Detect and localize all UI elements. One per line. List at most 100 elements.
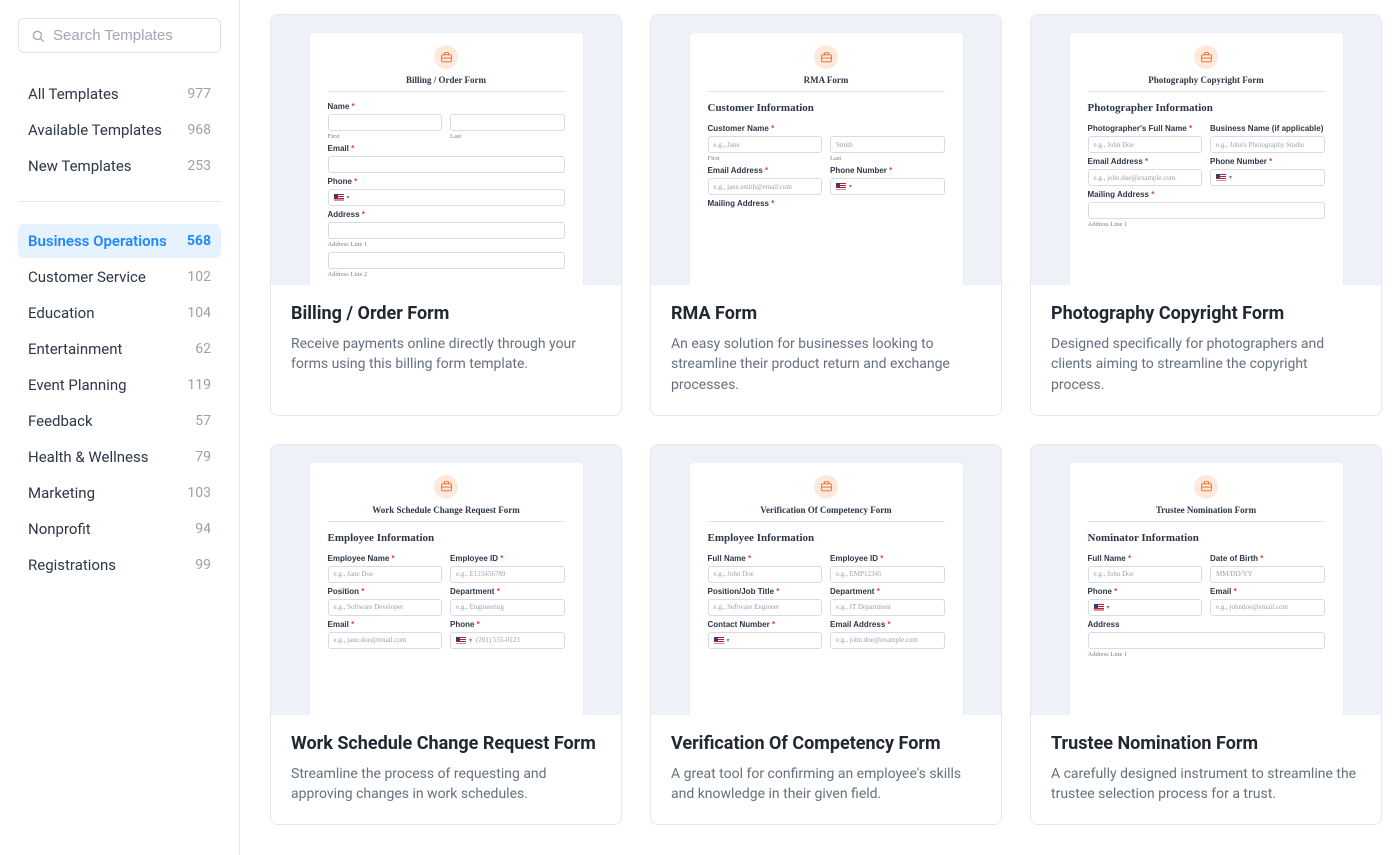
nav-item[interactable]: Education104 — [18, 296, 221, 330]
card-body: Photography Copyright Form Designed speci… — [1031, 285, 1381, 415]
card-preview: Work Schedule Change Request FormEmploye… — [271, 445, 621, 715]
form-preview: Work Schedule Change Request FormEmploye… — [310, 463, 583, 715]
template-card[interactable]: Photography Copyright FormPhotographer I… — [1030, 14, 1382, 416]
form-field-label: Phone * — [1088, 587, 1203, 596]
nav-item-label: All Templates — [28, 85, 119, 103]
form-field-input — [328, 156, 565, 173]
nav-item-label: Feedback — [28, 412, 93, 430]
nav-item[interactable]: Marketing103 — [18, 476, 221, 510]
card-preview: RMA FormCustomer InformationCustomer Nam… — [651, 15, 1001, 285]
form-field-sublabel: Address Line 1 — [1088, 651, 1325, 658]
form-field-label: Name * — [328, 102, 565, 111]
form-field-label: Email * — [1210, 587, 1325, 596]
form-field-label: Customer Name * — [708, 124, 945, 133]
template-card[interactable]: RMA Form Customer Information Customer Nam… — [650, 14, 1002, 416]
form-field-sublabel: Last — [830, 155, 945, 162]
form-field-input: e.g., Software Developer — [328, 599, 443, 616]
card-description: A carefully designed instrument to strea… — [1051, 764, 1361, 805]
form-field-input: e.g., John Doe — [1088, 566, 1203, 583]
form-field-label: Employee Name * — [328, 554, 443, 563]
nav-item-label: Registrations — [28, 556, 116, 574]
nav-item[interactable]: Entertainment62 — [18, 332, 221, 366]
form-field-input — [328, 114, 443, 131]
nav-item-label: Entertainment — [28, 340, 122, 358]
form-field-input: e.g., John's Photography Studio — [1210, 136, 1325, 153]
nav-item-count: 99 — [195, 557, 211, 573]
form-field-input: e.g., Jane Doe — [328, 566, 443, 583]
form-field-input: e.g., johndoe@email.com — [1210, 599, 1325, 616]
form-field-input: Smith — [830, 136, 945, 153]
template-card[interactable]: Trustee Nomination FormNominator Informa… — [1030, 444, 1382, 826]
search-icon — [31, 28, 45, 44]
form-preview-section: Employee Information — [708, 532, 945, 544]
search-input[interactable] — [53, 27, 208, 44]
card-preview: Photography Copyright FormPhotographer I… — [1031, 15, 1381, 285]
card-title: RMA Form — [671, 303, 981, 324]
form-preview-section: Employee Information — [328, 532, 565, 544]
form-field-sublabel: Address Line 2 — [328, 271, 565, 278]
card-preview: Billing / Order FormName *FirstLastEmail… — [271, 15, 621, 285]
nav-item[interactable]: Nonprofit 94 — [18, 512, 221, 546]
form-field-label: Contact Number * — [708, 620, 823, 629]
nav-item[interactable]: All Templates977 — [18, 77, 221, 111]
card-description: Designed specifically for photographers … — [1051, 334, 1361, 395]
card-body: Billing / Order FormReceive payments onl… — [271, 285, 621, 395]
card-title: Trustee Nomination Form — [1051, 733, 1361, 754]
form-preview-title: Billing / Order Form — [328, 75, 565, 85]
card-description: An easy solution for businesses looking … — [671, 334, 981, 395]
briefcase-icon — [1194, 475, 1218, 499]
form-preview-section: Customer Information — [708, 102, 945, 114]
template-card[interactable]: Work Schedule Change Request Form Employe… — [270, 444, 622, 826]
nav-item[interactable]: New Templates253 — [18, 149, 221, 183]
nav-item-count: 119 — [187, 377, 211, 393]
card-title: Photography Copyright Form — [1051, 303, 1361, 324]
form-field-input — [1088, 202, 1325, 219]
form-field-input: e.g., Software Engineer — [708, 599, 823, 616]
nav-item-label: New Templates — [28, 157, 132, 175]
form-field-label: Email Address * — [1088, 157, 1203, 166]
form-field-input: ▾ (201) 555-0123 — [450, 632, 565, 649]
nav-primary: All Templates977Available Templates968Ne… — [18, 73, 221, 202]
nav-item-count: 103 — [187, 485, 211, 501]
nav-item[interactable]: Customer Service102 — [18, 260, 221, 294]
form-field-label: Phone * — [328, 177, 565, 186]
form-field-input — [1088, 632, 1325, 649]
form-field-label: Employee ID * — [450, 554, 565, 563]
template-card[interactable]: Verification Of Competency FormEmployee … — [650, 444, 1002, 826]
form-field-label: Photographer's Full Name * — [1088, 124, 1203, 133]
form-preview: RMA FormCustomer InformationCustomer Nam… — [690, 33, 963, 285]
nav-item[interactable]: Health & Wellness79 — [18, 440, 221, 474]
form-field-input: ▾ — [1210, 169, 1325, 186]
form-field-sublabel: Address Line 1 — [1088, 221, 1325, 228]
nav-item-count: 57 — [195, 413, 211, 429]
form-field-label: Email * — [328, 144, 565, 153]
form-field-input: e.g., jane.doe@email.com — [328, 632, 443, 649]
form-field-label: Employee ID * — [830, 554, 945, 563]
form-field-label: Full Name * — [1088, 554, 1203, 563]
template-card[interactable]: Billing / Order FormName *FirstLastEmail… — [270, 14, 622, 416]
card-description: A great tool for confirming an employee'… — [671, 764, 981, 805]
nav-item-label: Nonprofit — [28, 520, 91, 538]
search-box[interactable] — [18, 18, 221, 53]
nav-item-count: 968 — [187, 122, 211, 138]
nav-categories: Business Operations568Customer Service10… — [18, 220, 221, 600]
form-field-sublabel: First — [708, 155, 823, 162]
form-field-label: Address — [1088, 620, 1325, 629]
card-body: RMA Form An easy solution for businesses … — [651, 285, 1001, 415]
form-preview-title: Trustee Nomination Form — [1088, 505, 1325, 515]
nav-item[interactable]: Feedback 57 — [18, 404, 221, 438]
card-title: Work Schedule Change Request Form — [291, 733, 601, 754]
template-grid: Billing / Order Form Name * First Last Email… — [270, 14, 1382, 825]
nav-item[interactable]: Registrations 99 — [18, 548, 221, 582]
form-field-label: Phone Number * — [1210, 157, 1325, 166]
form-field-input: e.g., jane.smith@email.com — [708, 178, 823, 195]
nav-item[interactable]: Event Planning119 — [18, 368, 221, 402]
card-preview: Trustee Nomination FormNominator Informa… — [1031, 445, 1381, 715]
nav-item-count: 102 — [187, 269, 211, 285]
nav-item-count: 94 — [195, 521, 211, 537]
nav-item[interactable]: Available Templates968 — [18, 113, 221, 147]
form-preview: Verification Of Competency FormEmployee … — [690, 463, 963, 715]
card-body: Verification Of Competency FormA great t… — [651, 715, 1001, 825]
form-field-input — [328, 222, 565, 239]
nav-item[interactable]: Business Operations568 — [18, 224, 221, 258]
